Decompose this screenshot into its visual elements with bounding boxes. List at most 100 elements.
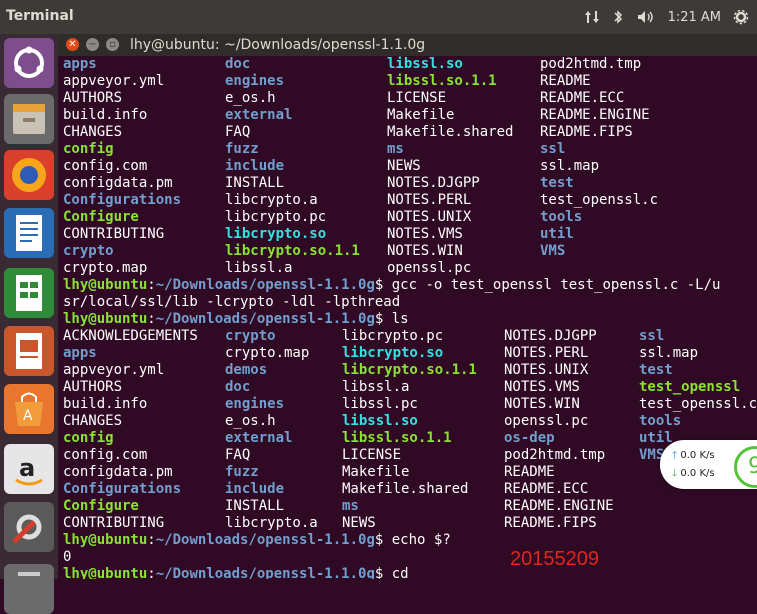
window-titlebar: ✕ − ▫ lhy@ubuntu: ~/Downloads/openssl-1.… bbox=[58, 34, 757, 56]
file-entry: engines bbox=[225, 396, 285, 412]
file-entry: NOTES.DJGPP bbox=[387, 175, 480, 191]
prompt-colon: : bbox=[147, 277, 156, 293]
file-entry: engines bbox=[225, 73, 285, 89]
upload-speed: 0.0 K/s bbox=[680, 450, 715, 461]
student-id-stamp: 20155209 bbox=[510, 548, 599, 570]
upload-arrow-icon: 🡑 bbox=[672, 450, 678, 461]
file-entry: doc bbox=[225, 379, 251, 395]
files-icon[interactable] bbox=[4, 94, 54, 144]
file-entry: tools bbox=[540, 209, 583, 225]
file-entry: config bbox=[63, 141, 114, 157]
software-center-icon[interactable]: A bbox=[4, 384, 54, 434]
file-entry: README bbox=[504, 464, 555, 480]
prompt-colon: : bbox=[147, 532, 156, 548]
firefox-icon[interactable] bbox=[4, 150, 54, 200]
minimize-icon[interactable]: − bbox=[86, 38, 99, 51]
file-entry: INSTALL bbox=[225, 498, 285, 514]
file-entry: demos bbox=[225, 362, 268, 378]
file-entry: AUTHORS bbox=[63, 379, 123, 395]
file-entry: build.info bbox=[63, 107, 148, 123]
file-entry: pod2htmd.tmp bbox=[540, 56, 642, 72]
file-entry: libcrypto.so.1.1 bbox=[225, 243, 360, 259]
file-entry: appveyor.yml bbox=[63, 73, 165, 89]
file-entry: external bbox=[225, 107, 293, 123]
close-icon[interactable]: ✕ bbox=[66, 38, 79, 51]
clock[interactable]: 1:21 AM bbox=[668, 10, 721, 25]
file-entry: test_openssl.c bbox=[639, 396, 757, 412]
network-updown-icon[interactable] bbox=[584, 9, 600, 25]
settings-gear-icon[interactable] bbox=[733, 9, 749, 25]
maximize-icon[interactable]: ▫ bbox=[106, 38, 119, 51]
file-entry: NOTES.DJGPP bbox=[504, 328, 597, 344]
terminal-output[interactable]: apps doc libssl.so pod2htmd.tmp appveyor.yml… bbox=[58, 56, 757, 579]
file-entry: README.ECC bbox=[540, 90, 625, 106]
file-entry: util bbox=[639, 430, 673, 446]
file-entry: README.FIPS bbox=[504, 515, 597, 531]
window-title: lhy@ubuntu: ~/Downloads/openssl-1.1.0g bbox=[130, 37, 426, 53]
prompt-path: ~/Downloads/openssl-1.1.0g bbox=[155, 566, 375, 579]
file-entry: AUTHORS bbox=[63, 90, 123, 106]
bluetooth-icon[interactable] bbox=[612, 9, 624, 25]
ubuntu-dash-icon[interactable] bbox=[4, 38, 54, 88]
file-entry: libcrypto.so bbox=[225, 226, 327, 242]
file-entry: configdata.pm bbox=[63, 175, 173, 191]
system-settings-icon[interactable] bbox=[4, 502, 54, 552]
file-entry: NOTES.UNIX bbox=[504, 362, 589, 378]
file-entry: Configurations bbox=[63, 192, 182, 208]
libreoffice-calc-icon[interactable] bbox=[4, 268, 54, 318]
amazon-icon[interactable]: a bbox=[4, 444, 54, 494]
file-entry: apps bbox=[63, 345, 97, 361]
command-text: $ echo $? bbox=[374, 532, 451, 548]
file-entry: Configure bbox=[63, 209, 139, 225]
file-entry: NEWS bbox=[387, 158, 421, 174]
prompt-path: ~/Downloads/openssl-1.1.0g bbox=[155, 311, 375, 327]
file-entry: fuzz bbox=[225, 141, 259, 157]
volume-icon[interactable] bbox=[636, 9, 656, 25]
file-entry: README.ENGINE bbox=[540, 107, 650, 123]
file-entry: CHANGES bbox=[63, 124, 123, 140]
prompt-line: lhy@ubuntu:~/Downloads/openssl-1.1.0g$ g… bbox=[63, 277, 720, 294]
file-entry: config bbox=[63, 430, 114, 446]
file-entry: config.com bbox=[63, 447, 148, 463]
file-entry: libcrypto.so.1.1 bbox=[342, 362, 477, 378]
launcher: A a bbox=[0, 34, 58, 614]
file-entry: configdata.pm bbox=[63, 464, 173, 480]
prompt-colon: : bbox=[147, 311, 156, 327]
file-entry: Makefile bbox=[387, 107, 455, 123]
file-entry: NOTES.VMS bbox=[387, 226, 463, 242]
upload-row: 🡑 0.0 K/s bbox=[672, 448, 715, 465]
file-entry: libssl.so.1.1 bbox=[387, 73, 497, 89]
libreoffice-writer-icon[interactable] bbox=[4, 208, 54, 258]
file-entry: NOTES.UNIX bbox=[387, 209, 472, 225]
file-entry: CONTRIBUTING bbox=[63, 226, 165, 242]
trash-icon[interactable] bbox=[4, 564, 54, 614]
prompt-user: lhy@ubuntu bbox=[63, 566, 148, 579]
prompt-line: lhy@ubuntu:~/Downloads/openssl-1.1.0g$ c… bbox=[63, 566, 409, 579]
file-entry: openssl.pc bbox=[387, 260, 472, 276]
file-entry: FAQ bbox=[225, 447, 251, 463]
file-entry: tools bbox=[639, 413, 682, 429]
command-continuation: sr/local/ssl/lib -lcrypto -ldl -lpthread bbox=[63, 294, 401, 310]
file-entry: libssl.so bbox=[387, 56, 463, 72]
file-entry: NOTES.WIN bbox=[504, 396, 580, 412]
file-entry: test_openssl bbox=[639, 379, 741, 395]
file-entry: libssl.a bbox=[225, 260, 293, 276]
file-entry: ssl.map bbox=[639, 345, 699, 361]
file-entry: ssl bbox=[540, 141, 566, 157]
file-entry: ssl.map bbox=[540, 158, 600, 174]
file-entry: CHANGES bbox=[63, 413, 123, 429]
usage-percent-badge: 9 bbox=[734, 446, 757, 488]
system-tray: 1:21 AM bbox=[584, 6, 757, 28]
top-panel: Terminal 1:21 AM bbox=[0, 0, 757, 34]
file-entry: test_openssl.c bbox=[540, 192, 659, 208]
command-text: $ ls bbox=[374, 311, 409, 327]
file-entry: libcrypto.a bbox=[225, 515, 318, 531]
file-entry: doc bbox=[225, 56, 251, 72]
file-entry: NOTES.PERL bbox=[504, 345, 589, 361]
libreoffice-impress-icon[interactable] bbox=[4, 326, 54, 376]
file-entry: LICENSE bbox=[387, 90, 447, 106]
file-entry: ssl bbox=[639, 328, 665, 344]
file-entry: fuzz bbox=[225, 464, 259, 480]
net-speed-widget: 🡑 0.0 K/s 🡓 0.0 K/s 9 bbox=[660, 440, 757, 489]
file-entry: crypto bbox=[63, 243, 114, 259]
